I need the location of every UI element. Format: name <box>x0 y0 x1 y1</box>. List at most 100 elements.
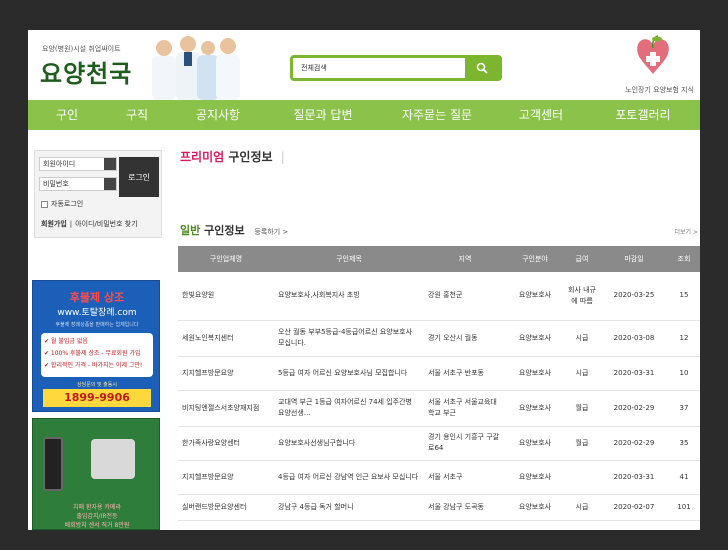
login-box: 회원아이디 비밀번호 로그인 자동로그인 회원가입 | 아이디/비밀번호 찾기 <box>34 150 162 238</box>
cell-region: 경기 오산시 궐동 <box>424 320 506 357</box>
cell-salary: 월급 <box>564 426 600 461</box>
camera-ad-banner[interactable]: 치매 환자용 카메라 출입감지/IR전등 배회방지 센서 직거 8만원 <box>32 418 160 530</box>
col-header-views: 조회 <box>668 246 700 272</box>
premium-highlight: 프리미엄 <box>180 150 225 164</box>
cell-deadline: 2020-02-29 <box>600 390 668 427</box>
cell-views: 37 <box>668 390 700 427</box>
cell-title[interactable]: 요양보호사 안산시 단원구 와동 <box>274 520 424 530</box>
cell-views: 101 <box>668 494 700 521</box>
nav-item-photo-gallery[interactable]: 포토갤러리 <box>586 100 700 130</box>
cell-title[interactable]: 요양보호사,사회복지사 초빙 <box>274 272 424 321</box>
password-field[interactable]: 비밀번호 <box>39 177 117 191</box>
nav-item-customer-center[interactable]: 고객센터 <box>496 100 586 130</box>
password-label: 비밀번호 <box>43 180 69 188</box>
heart-logo-icon <box>637 35 669 74</box>
nav-item-qna[interactable]: 질문과 답변 <box>268 100 378 130</box>
table-row[interactable]: 엄마품부탁해M보스요양보호사 안산시 단원구 와동경기 안산시 단원구 와동요양… <box>178 520 700 530</box>
col-header-field: 구인분야 <box>506 246 564 272</box>
cell-company: 실버랜드방문요양센터 <box>178 494 274 521</box>
general-section-title: 일반 구인정보 등록하기 > <box>180 222 288 238</box>
cell-field: 요양보호사 <box>506 426 564 461</box>
ad-line: 치매 환자용 카메라 <box>73 504 121 511</box>
cell-field: 요양보호사 <box>506 390 564 427</box>
cell-views: 10 <box>668 356 700 391</box>
cell-field: 요양보호사 <box>506 520 564 530</box>
cell-company: 지지헬프방문요양 <box>178 460 274 495</box>
search-input[interactable]: 전체검색 <box>301 63 327 73</box>
ad-phone: 1899-9906 <box>43 389 151 407</box>
nav-item-job-seek[interactable]: 구직 <box>106 100 168 130</box>
page: 요양(병원)시설 취업싸이트 요양천국 전체검색 노인장기 요양보험 지식 구인… <box>28 30 700 530</box>
search-icon <box>476 62 488 74</box>
search-box[interactable]: 전체검색 <box>290 55 502 81</box>
table-row[interactable]: 한빛요양원 요양보호사,사회복지사 초빙 강원 홍천군 요양보호사 회사 내규에 따름 2… <box>178 272 700 321</box>
cell-region: 서울 서초구 <box>424 460 506 495</box>
ad-line: 출입감지/IR전등 <box>76 513 118 520</box>
col-header-title: 구인제목 <box>274 246 424 272</box>
table-row[interactable]: 지지헬프방문요양 4등급 여자 어르신 강남역 인근 요보사 모십니다 서울 서초구… <box>178 460 700 495</box>
divider: | <box>280 150 285 164</box>
cell-company: 지지헬프방문요양 <box>178 356 274 391</box>
cell-title[interactable]: 4등급 여자 어르신 강남역 인근 요보사 모십니다 <box>274 460 424 495</box>
col-header-salary: 급여 <box>564 246 600 272</box>
table-row[interactable]: 실버랜드방문요양센터 강남구 4등급 독거 할머니 서울 강남구 도곡동 요양보호사 시… <box>178 494 700 521</box>
find-account-link[interactable]: 아이디/비밀번호 찾기 <box>75 219 138 229</box>
cell-salary <box>564 460 600 495</box>
nav-item-notice[interactable]: 공지사항 <box>168 100 268 130</box>
cell-deadline: 2020-02-07 <box>600 520 668 530</box>
premium-section-title: 프리미엄 구인정보 | <box>180 148 285 165</box>
table-row[interactable]: 지지헬프방문요양 5등급 여자 어르신 요양보호사님 모집합니다 서울 서초구 반포… <box>178 356 700 391</box>
cell-deadline: 2020-03-31 <box>600 356 668 391</box>
join-links: 회원가입 | 아이디/비밀번호 찾기 <box>41 219 138 229</box>
table-row[interactable]: 한가족사랑요양센터 요양보호사선생님구합니다 경기 용인시 기흥구 구갈로64 요양보… <box>178 426 700 461</box>
cell-salary: 회사 내규에 따름 <box>564 272 600 321</box>
keyboard-icon[interactable] <box>104 178 116 190</box>
cell-title[interactable]: 요양보호사선생님구합니다 <box>274 426 424 461</box>
site-logo[interactable]: 요양천국 <box>40 54 132 89</box>
ad-desc: 후불제 장례상품을 판매하는 업체입니다 <box>55 322 139 328</box>
cell-deadline: 2020-03-31 <box>600 460 668 495</box>
cell-deadline: 2020-03-08 <box>600 320 668 357</box>
user-id-field[interactable]: 회원아이디 <box>39 157 117 171</box>
cell-field: 요양보호사 <box>506 320 564 357</box>
cell-title[interactable]: 5등급 여자 어르신 요양보호사님 모집합니다 <box>274 356 424 391</box>
more-link[interactable]: 더보기 > <box>675 227 699 236</box>
sensor-device-image <box>91 439 135 479</box>
nav-item-job-offer[interactable]: 구인 <box>28 100 106 130</box>
premium-title-text: 구인정보 <box>228 150 273 164</box>
cell-field: 요양보호사 <box>506 356 564 391</box>
login-button[interactable]: 로그인 <box>119 157 159 197</box>
cell-company: 비지팅엔젤스서초양재지점 <box>178 390 274 427</box>
cell-title[interactable]: 교대역 부근 1등급 여자어르신 74세 입주간병 요양선생… <box>274 390 424 427</box>
col-header-region: 지역 <box>424 246 506 272</box>
join-link[interactable]: 회원가입 <box>41 219 67 229</box>
nav-item-faq[interactable]: 자주묻는 질문 <box>378 100 496 130</box>
ad-point: ✔ 월 불입금 없음 <box>44 338 88 345</box>
ad-line: 배회방지 센서 직거 8만원 <box>64 522 130 529</box>
cell-views: 15 <box>668 272 700 321</box>
cell-company: 엄마품부탁해M보스 <box>178 520 274 530</box>
cell-deadline: 2020-03-25 <box>600 272 668 321</box>
ad-point: ✔ 합리적인 가격 - 바가지는 이제 그만! <box>44 362 143 369</box>
cell-salary: 시급 <box>564 520 600 530</box>
funeral-ad-banner[interactable]: 후불제 상조 www.토탈장례.com 후불제 장례상품을 판매하는 업체입니다… <box>32 280 160 412</box>
main-content: 프리미엄 구인정보 | 일반 구인정보 등록하기 > 더보기 > 구인업체명 구… <box>178 130 700 530</box>
cell-title[interactable]: 강남구 4등급 독거 할머니 <box>274 494 424 521</box>
cell-company: 한빛요양원 <box>178 272 274 321</box>
general-title-text: 구인정보 <box>204 224 245 237</box>
register-link[interactable]: 등록하기 > <box>254 228 288 236</box>
table-row[interactable]: 비지팅엔젤스서초양재지점 교대역 부근 1등급 여자어르신 74세 입주간병 요양… <box>178 390 700 427</box>
cell-salary: 시급 <box>564 320 600 357</box>
checkbox-icon[interactable] <box>41 200 48 208</box>
cell-title[interactable]: 오산 궐동 부부5등급-4등급어르신 요양보호사 모십니다. <box>274 320 424 357</box>
general-highlight: 일반 <box>180 224 201 237</box>
table-row[interactable]: 세원노인복지센터 오산 궐동 부부5등급-4등급어르신 요양보호사 모십니다. 경기… <box>178 320 700 357</box>
cell-region: 강원 홍천군 <box>424 272 506 321</box>
col-header-deadline: 마감일 <box>600 246 668 272</box>
ad-title: 후불제 상조 <box>69 291 125 304</box>
keyboard-icon[interactable] <box>104 158 116 170</box>
left-sidebar: 회원아이디 비밀번호 로그인 자동로그인 회원가입 | 아이디/비밀번호 찾기 … <box>28 130 168 530</box>
search-button[interactable] <box>465 58 499 78</box>
site-header: 요양(병원)시설 취업싸이트 요양천국 전체검색 노인장기 요양보험 지식 <box>28 30 700 100</box>
auto-login-checkbox[interactable]: 자동로그인 <box>41 199 83 209</box>
